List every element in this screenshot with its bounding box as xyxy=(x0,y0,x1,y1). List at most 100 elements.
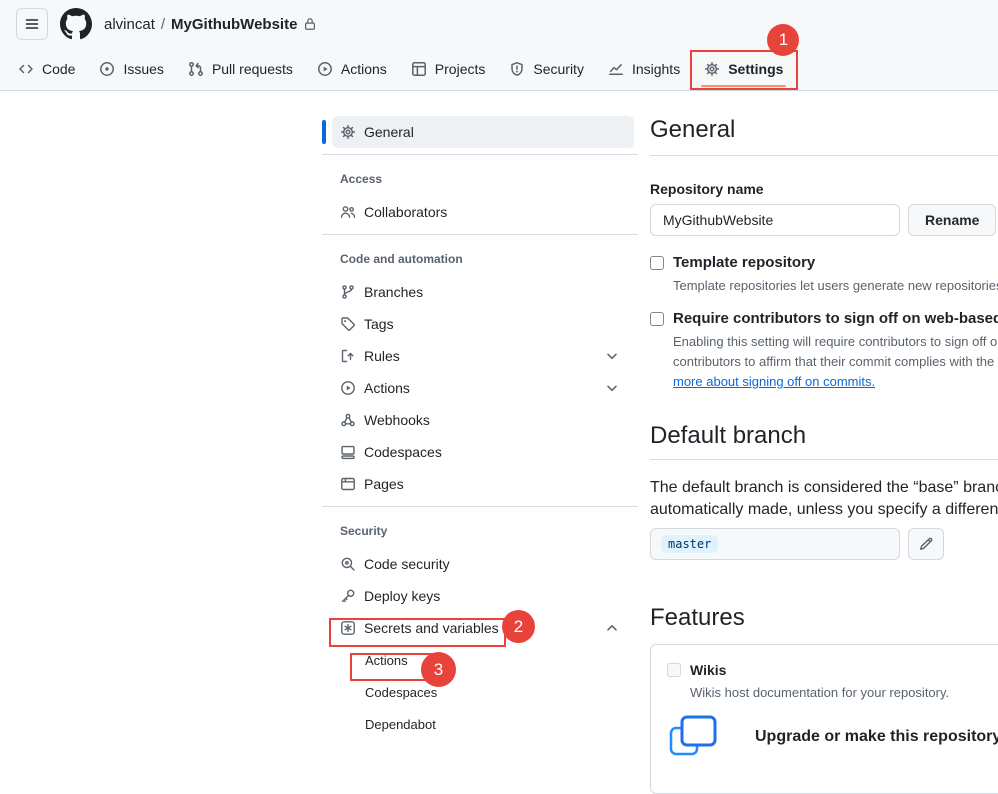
tab-label: Issues xyxy=(123,61,163,77)
tab-projects[interactable]: Projects xyxy=(403,48,494,90)
hamburger-menu-button[interactable] xyxy=(16,8,48,40)
general-section-title: General xyxy=(650,90,998,156)
signoff-setting: Require contributors to sign off on web-… xyxy=(650,310,998,392)
wikis-description: Wikis host documentation for your reposi… xyxy=(690,683,998,703)
git-branch-icon xyxy=(340,284,356,300)
default-branch-section-title: Default branch xyxy=(650,420,998,460)
sidebar-item-tags[interactable]: Tags xyxy=(332,308,634,340)
code-icon xyxy=(18,61,34,77)
active-tab-underline xyxy=(701,85,786,87)
tab-insights[interactable]: Insights xyxy=(600,48,688,90)
signoff-description-line2: contributors to affirm that their commit… xyxy=(673,352,998,372)
sidebar-item-code-security[interactable]: Code security xyxy=(332,548,634,580)
tab-pull-requests[interactable]: Pull requests xyxy=(180,48,301,90)
repository-name-input[interactable] xyxy=(650,204,900,236)
sidebar-item-deploy-keys[interactable]: Deploy keys xyxy=(332,580,634,612)
tab-label: Settings xyxy=(728,61,783,77)
signoff-learn-more-link[interactable]: more about signing off on commits. xyxy=(673,374,875,389)
edit-default-branch-button[interactable] xyxy=(908,528,944,560)
graph-icon xyxy=(608,61,624,77)
template-repository-label: Template repository xyxy=(673,254,815,272)
breadcrumb: alvincat / MyGithubWebsite xyxy=(104,16,317,33)
sidebar-section-security: Security xyxy=(340,523,638,539)
tab-actions[interactable]: Actions xyxy=(309,48,395,90)
sidebar-item-label: General xyxy=(364,124,414,140)
lock-icon xyxy=(303,17,317,31)
header-top-row: alvincat / MyGithubWebsite xyxy=(0,0,998,48)
tab-label: Code xyxy=(42,61,75,77)
wikis-checkbox[interactable] xyxy=(667,663,681,677)
annotation-badge-step2: 2 xyxy=(502,610,535,643)
sidebar-subitem-dependabot[interactable]: Dependabot xyxy=(322,708,638,740)
sidebar-item-label: Actions xyxy=(364,380,410,396)
chevron-up-icon xyxy=(604,620,620,636)
git-pull-request-icon xyxy=(188,61,204,77)
upgrade-text: Upgrade or make this repository pu xyxy=(755,728,998,746)
tab-settings[interactable]: Settings 1 xyxy=(696,48,791,90)
default-branch-description-line2: automatically made, unless you specify a… xyxy=(650,499,998,521)
chevron-down-icon xyxy=(604,348,620,364)
features-card: Wikis Wikis host documentation for your … xyxy=(650,644,998,794)
tab-issues[interactable]: Issues xyxy=(91,48,171,90)
sidebar-item-webhooks[interactable]: Webhooks xyxy=(332,404,634,436)
sidebar-item-label: Webhooks xyxy=(364,412,430,428)
sidebar-item-label: Code security xyxy=(364,556,450,572)
tab-label: Insights xyxy=(632,61,680,77)
template-repository-setting: Template repository Template repositorie… xyxy=(650,254,998,296)
breadcrumb-owner-link[interactable]: alvincat xyxy=(104,16,155,33)
default-branch-select[interactable]: master xyxy=(650,528,900,560)
sidebar-item-label: Tags xyxy=(364,316,394,332)
sidebar-item-general[interactable]: General xyxy=(332,116,634,148)
play-icon xyxy=(340,380,356,396)
default-branch-description-line1: The default branch is considered the “ba… xyxy=(650,477,998,499)
sidebar-item-label: Rules xyxy=(364,348,400,364)
sidebar-section-code-automation: Code and automation xyxy=(340,251,638,267)
template-repository-description: Template repositories let users generate… xyxy=(673,276,998,296)
upgrade-row: Upgrade or make this repository pu xyxy=(667,714,998,758)
sidebar-item-collaborators[interactable]: Collaborators xyxy=(332,196,634,228)
github-logo[interactable] xyxy=(60,8,92,40)
sidebar-item-label: Codespaces xyxy=(364,444,442,460)
sidebar-subitem-actions[interactable]: Actions 3 xyxy=(322,644,638,676)
template-repository-checkbox[interactable] xyxy=(650,256,664,270)
sidebar-item-label: Dependabot xyxy=(365,717,436,732)
code-security-icon xyxy=(340,556,356,572)
chevron-down-icon xyxy=(604,380,620,396)
sidebar-item-branches[interactable]: Branches xyxy=(332,276,634,308)
sidebar-subitem-codespaces[interactable]: Codespaces xyxy=(322,676,638,708)
secrets-icon xyxy=(340,620,356,636)
key-icon xyxy=(340,588,356,604)
tab-security[interactable]: Security xyxy=(501,48,592,90)
play-icon xyxy=(317,61,333,77)
tab-label: Actions xyxy=(341,61,387,77)
rules-icon xyxy=(340,348,356,364)
browser-icon xyxy=(340,476,356,492)
signoff-checkbox[interactable] xyxy=(650,312,664,326)
people-icon xyxy=(340,204,356,220)
sidebar-item-pages[interactable]: Pages xyxy=(332,468,634,500)
settings-sidebar: General Access Collaborators Code and au… xyxy=(322,90,638,740)
sidebar-item-label: Deploy keys xyxy=(364,588,440,604)
tab-label: Pull requests xyxy=(212,61,293,77)
default-branch-row: master xyxy=(650,528,998,560)
sidebar-item-rules[interactable]: Rules xyxy=(332,340,634,372)
features-section-title: Features xyxy=(650,602,998,634)
tab-code[interactable]: Code xyxy=(10,48,83,90)
signoff-description-line1: Enabling this setting will require contr… xyxy=(673,332,998,352)
repo-nav: Code Issues Pull requests Actions Projec… xyxy=(0,48,998,90)
signoff-description: Enabling this setting will require contr… xyxy=(673,332,998,392)
pencil-icon xyxy=(918,536,934,552)
table-icon xyxy=(411,61,427,77)
sidebar-item-codespaces[interactable]: Codespaces xyxy=(332,436,634,468)
sidebar-item-secrets-and-variables[interactable]: Secrets and variables 2 xyxy=(332,612,634,644)
sidebar-item-actions[interactable]: Actions xyxy=(332,372,634,404)
sidebar-item-label: Secrets and variables xyxy=(364,620,499,636)
issue-opened-icon xyxy=(99,61,115,77)
settings-main: General Repository name Rename Template … xyxy=(650,90,998,794)
signoff-label: Require contributors to sign off on web-… xyxy=(673,310,998,328)
rename-button[interactable]: Rename xyxy=(908,204,996,236)
tag-icon xyxy=(340,316,356,332)
sidebar-item-label: Actions xyxy=(365,653,408,668)
sidebar-item-label: Pages xyxy=(364,476,404,492)
breadcrumb-repo-link[interactable]: MyGithubWebsite xyxy=(171,16,297,33)
